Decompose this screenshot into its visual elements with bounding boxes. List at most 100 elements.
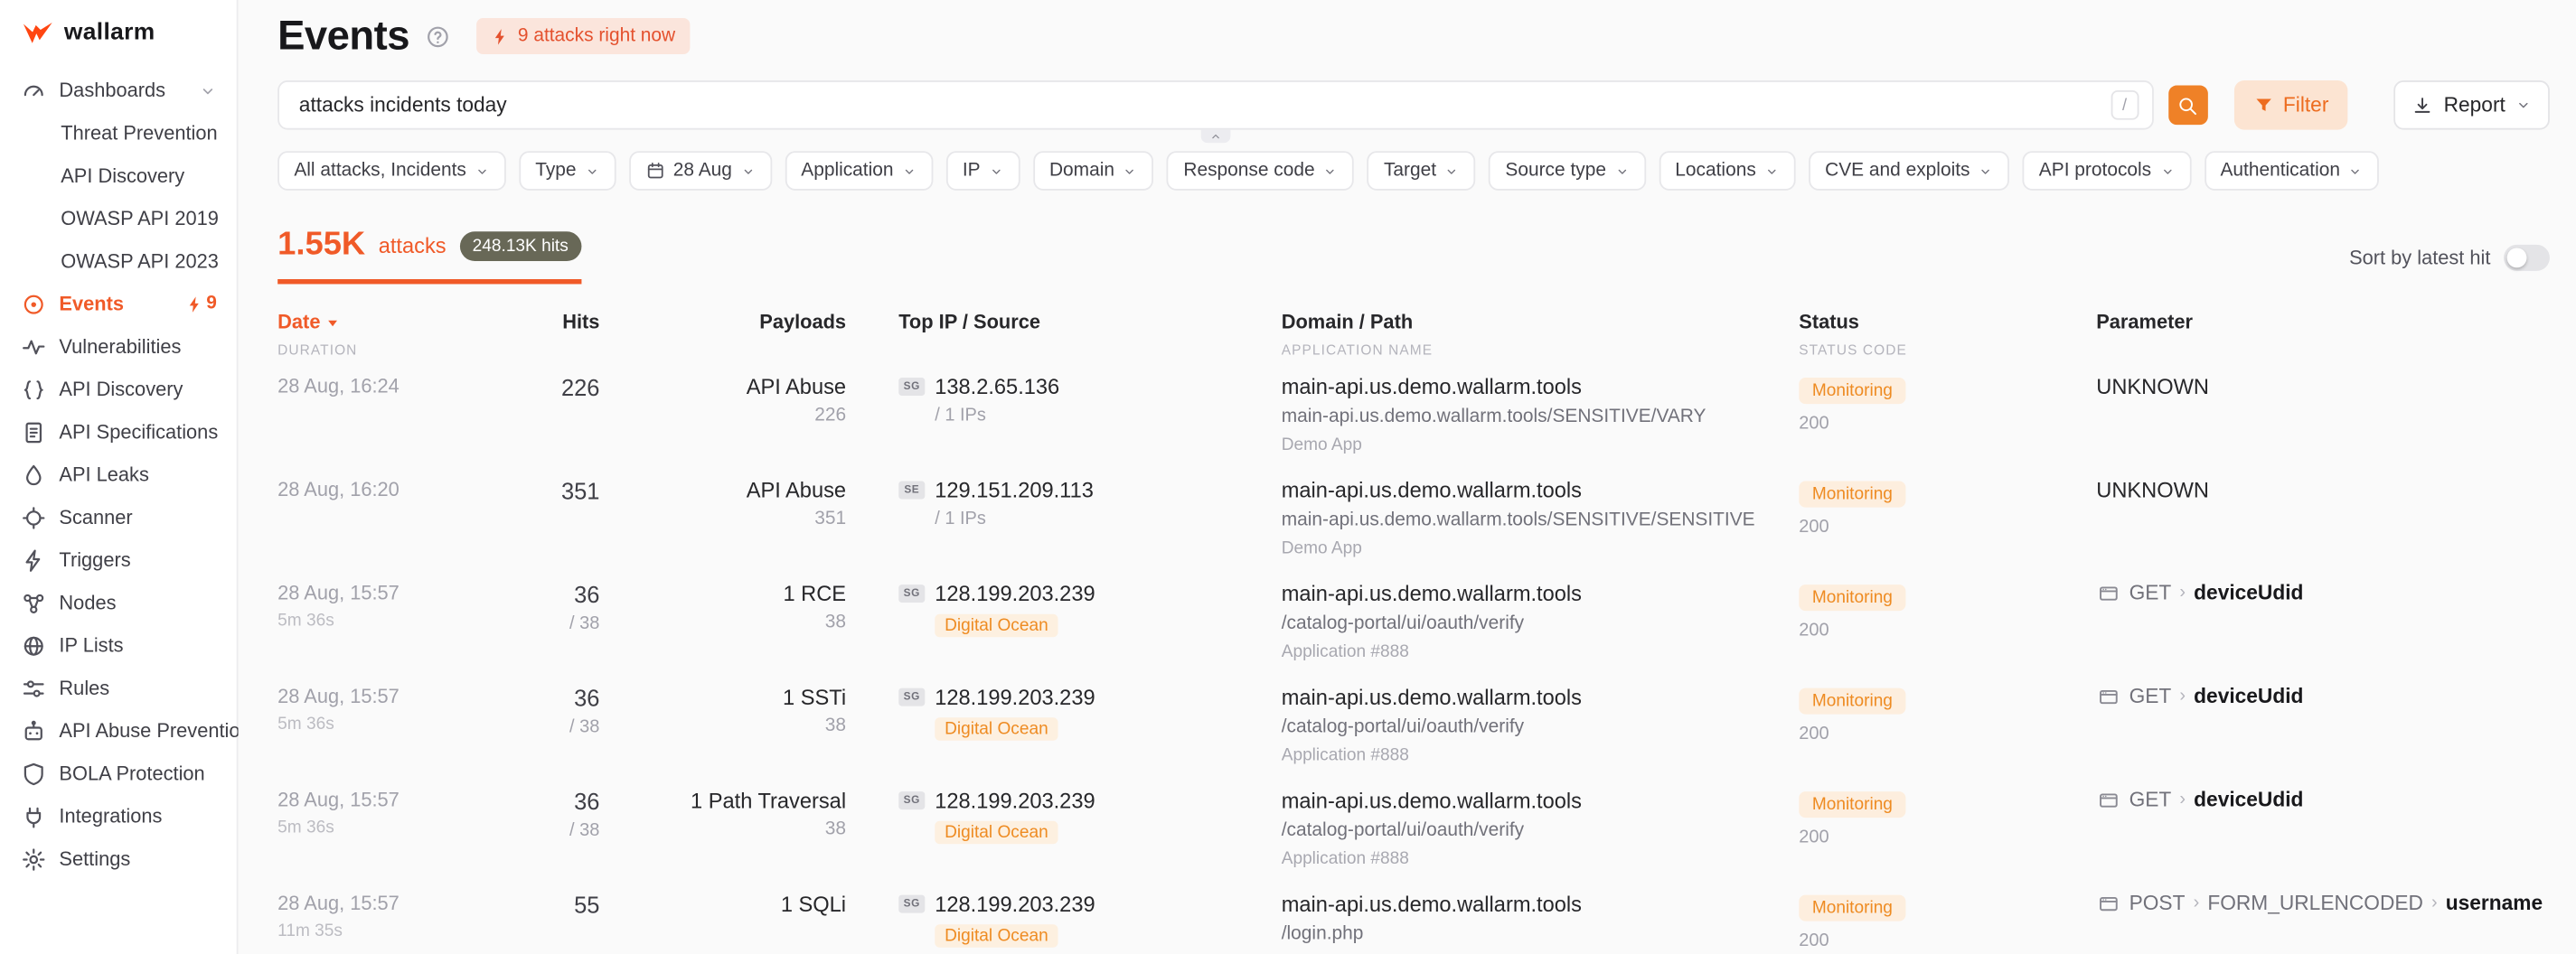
filter-chip-all-attacks-incidents[interactable]: All attacks, Incidents	[277, 151, 505, 191]
sidebar-item-api-leaks[interactable]: API Leaks	[0, 454, 237, 496]
domain[interactable]: main-api.us.demo.wallarm.tools	[1282, 685, 1800, 709]
filter-chip-locations[interactable]: Locations	[1659, 151, 1795, 191]
sidebar-item-settings[interactable]: Settings	[0, 837, 237, 880]
filter-chip-authentication[interactable]: Authentication	[2204, 151, 2379, 191]
domain[interactable]: main-api.us.demo.wallarm.tools	[1282, 581, 1800, 605]
event-row[interactable]: 28 Aug, 15:57 5m 36s 36 / 38 1 SSTi 38 S…	[277, 685, 2550, 789]
domain[interactable]: main-api.us.demo.wallarm.tools	[1282, 478, 1800, 502]
filter-chip-source-type[interactable]: Source type	[1489, 151, 1645, 191]
column-header-date[interactable]: Date DURATION	[277, 311, 507, 359]
search-input[interactable]	[299, 94, 2111, 117]
separator-chevron-icon: ›	[2179, 583, 2186, 603]
filter-chip-target[interactable]: Target	[1368, 151, 1476, 191]
sidebar-item-ip-lists[interactable]: IP Lists	[0, 624, 237, 667]
sidebar-item-owasp-api-2023[interactable]: OWASP API 2023	[0, 239, 237, 282]
help-icon[interactable]	[426, 23, 450, 48]
sidebar-item-label: Scanner	[59, 506, 132, 528]
sidebar-item-vulnerabilities[interactable]: Vulnerabilities	[0, 325, 237, 368]
wallarm-logo[interactable]: wallarm	[0, 0, 237, 59]
ip-address[interactable]: 128.199.203.239	[935, 685, 1095, 709]
filter-chip-response-code[interactable]: Response code	[1167, 151, 1354, 191]
search-button[interactable]	[2168, 86, 2208, 126]
chevron-down-icon	[740, 164, 755, 178]
filter-chip-28-aug[interactable]: 28 Aug	[629, 151, 772, 191]
ip-source: Digital Ocean	[935, 821, 1058, 844]
event-row[interactable]: 28 Aug, 15:57 5m 36s 36 / 38 1 RCE 38 SG…	[277, 581, 2550, 685]
sidebar-item-threat-prevention[interactable]: Threat Prevention	[0, 112, 237, 154]
sidebar-item-api-discovery[interactable]: API Discovery	[0, 154, 237, 197]
search-collapse-handle[interactable]	[1200, 130, 1230, 144]
sidebar-item-events[interactable]: Events 9	[0, 283, 237, 325]
payload-type: 1 SQLi	[599, 892, 846, 916]
payload-type: 1 RCE	[599, 581, 846, 605]
column-header-parameter[interactable]: Parameter	[2096, 311, 2550, 359]
application-name: Application #888	[1282, 642, 1800, 662]
ip-address[interactable]: 138.2.65.136	[935, 374, 1059, 398]
application-name: Application #888	[1282, 745, 1800, 765]
event-row[interactable]: 28 Aug, 15:57 5m 36s 36 / 38 1 Path Trav…	[277, 788, 2550, 892]
search-box[interactable]: /	[277, 80, 2153, 130]
attacks-now-badge[interactable]: 9 attacks right now	[476, 18, 690, 54]
ip-address[interactable]: 128.199.203.239	[935, 788, 1095, 812]
payloads-cell: 1 SSTi 38	[599, 685, 846, 789]
sidebar-item-dashboards[interactable]: Dashboards	[0, 69, 237, 111]
domain[interactable]: main-api.us.demo.wallarm.tools	[1282, 374, 1800, 398]
sidebar-item-owasp-api-2019[interactable]: OWASP API 2019	[0, 197, 237, 239]
attacks-summary-tab[interactable]: 1.55K attacks 248.13K hits	[277, 227, 581, 285]
event-row[interactable]: 28 Aug, 15:57 11m 35s 55 1 SQLi SG 128.1…	[277, 892, 2550, 954]
path: main-api.us.demo.wallarm.tools/SENSITIVE…	[1282, 407, 1800, 427]
parameter-part: deviceUdid	[2194, 788, 2303, 810]
ip-source: / 1 IPs	[935, 406, 986, 426]
event-row[interactable]: 28 Aug, 16:20 351 API Abuse 351 SE 129.1…	[277, 478, 2550, 582]
sidebar-item-nodes[interactable]: Nodes	[0, 581, 237, 623]
sidebar-item-scanner[interactable]: Scanner	[0, 496, 237, 538]
filter-chip-ip[interactable]: IP	[946, 151, 1020, 191]
domain-path-cell: main-api.us.demo.wallarm.tools /catalog-…	[1282, 581, 1800, 685]
application-name: Demo App	[1282, 435, 1800, 455]
report-button[interactable]: Report	[2394, 80, 2550, 130]
column-header-top-ip-source[interactable]: Top IP / Source	[846, 311, 1282, 359]
filter-chip-domain[interactable]: Domain	[1033, 151, 1154, 191]
application-name: Application #888	[1282, 849, 1800, 869]
column-header-domain-path[interactable]: Domain / Path APPLICATION NAME	[1282, 311, 1800, 359]
hits-total: / 38	[508, 614, 600, 634]
filter-chip-type[interactable]: Type	[519, 151, 616, 191]
sidebar-item-bola-protection[interactable]: BOLA Protection	[0, 752, 237, 794]
hits-count: 36	[508, 581, 600, 607]
main-content: Events 9 attacks right now /	[239, 0, 2576, 954]
sidebar-item-rules[interactable]: Rules	[0, 667, 237, 709]
column-header-payloads[interactable]: Payloads	[599, 311, 846, 359]
sidebar-item-api-discovery[interactable]: API Discovery	[0, 368, 237, 410]
sort-by-latest-hit-toggle[interactable]	[2504, 245, 2550, 271]
status-cell: Monitoring 200	[1799, 581, 2096, 685]
parameter-part: GET	[2129, 581, 2172, 603]
ip-address[interactable]: 129.151.209.113	[935, 478, 1094, 502]
sidebar-item-integrations[interactable]: Integrations	[0, 795, 237, 837]
domain[interactable]: main-api.us.demo.wallarm.tools	[1282, 788, 1800, 812]
filter-chip-application[interactable]: Application	[785, 151, 933, 191]
path: /catalog-portal/ui/oauth/verify	[1282, 717, 1800, 737]
status-code: 200	[1799, 518, 2096, 538]
payloads-cell: API Abuse 226	[599, 374, 846, 478]
filter-chip-label: CVE and exploits	[1825, 161, 1970, 181]
event-row[interactable]: 28 Aug, 16:24 226 API Abuse 226 SG 138.2…	[277, 374, 2550, 478]
domain[interactable]: main-api.us.demo.wallarm.tools	[1282, 892, 1800, 916]
filter-chip-api-protocols[interactable]: API protocols	[2023, 151, 2191, 191]
column-header-status[interactable]: Status STATUS CODE	[1799, 311, 2096, 359]
filter-chip-cve-and-exploits[interactable]: CVE and exploits	[1809, 151, 2009, 191]
status-cell: Monitoring 200	[1799, 478, 2096, 582]
api-specifications-icon	[22, 419, 46, 444]
ip-address[interactable]: 128.199.203.239	[935, 581, 1095, 605]
ip-address[interactable]: 128.199.203.239	[935, 892, 1095, 916]
date-cell: 28 Aug, 15:57 5m 36s	[277, 581, 507, 685]
column-header-hits[interactable]: Hits	[508, 311, 600, 359]
sidebar-item-triggers[interactable]: Triggers	[0, 538, 237, 581]
sidebar-item-api-abuse-prevention[interactable]: API Abuse Prevention	[0, 709, 237, 752]
payload-type: API Abuse	[599, 374, 846, 398]
filter-button[interactable]: Filter	[2233, 80, 2348, 130]
sidebar-item-api-specifications[interactable]: API Specifications	[0, 410, 237, 453]
table-header-row: Date DURATION Hits Payloads Top IP / Sou…	[277, 311, 2550, 359]
payloads-cell: 1 SQLi	[599, 892, 846, 954]
chevron-down-icon	[1444, 164, 1459, 178]
hits-cell: 36 / 38	[508, 581, 600, 685]
